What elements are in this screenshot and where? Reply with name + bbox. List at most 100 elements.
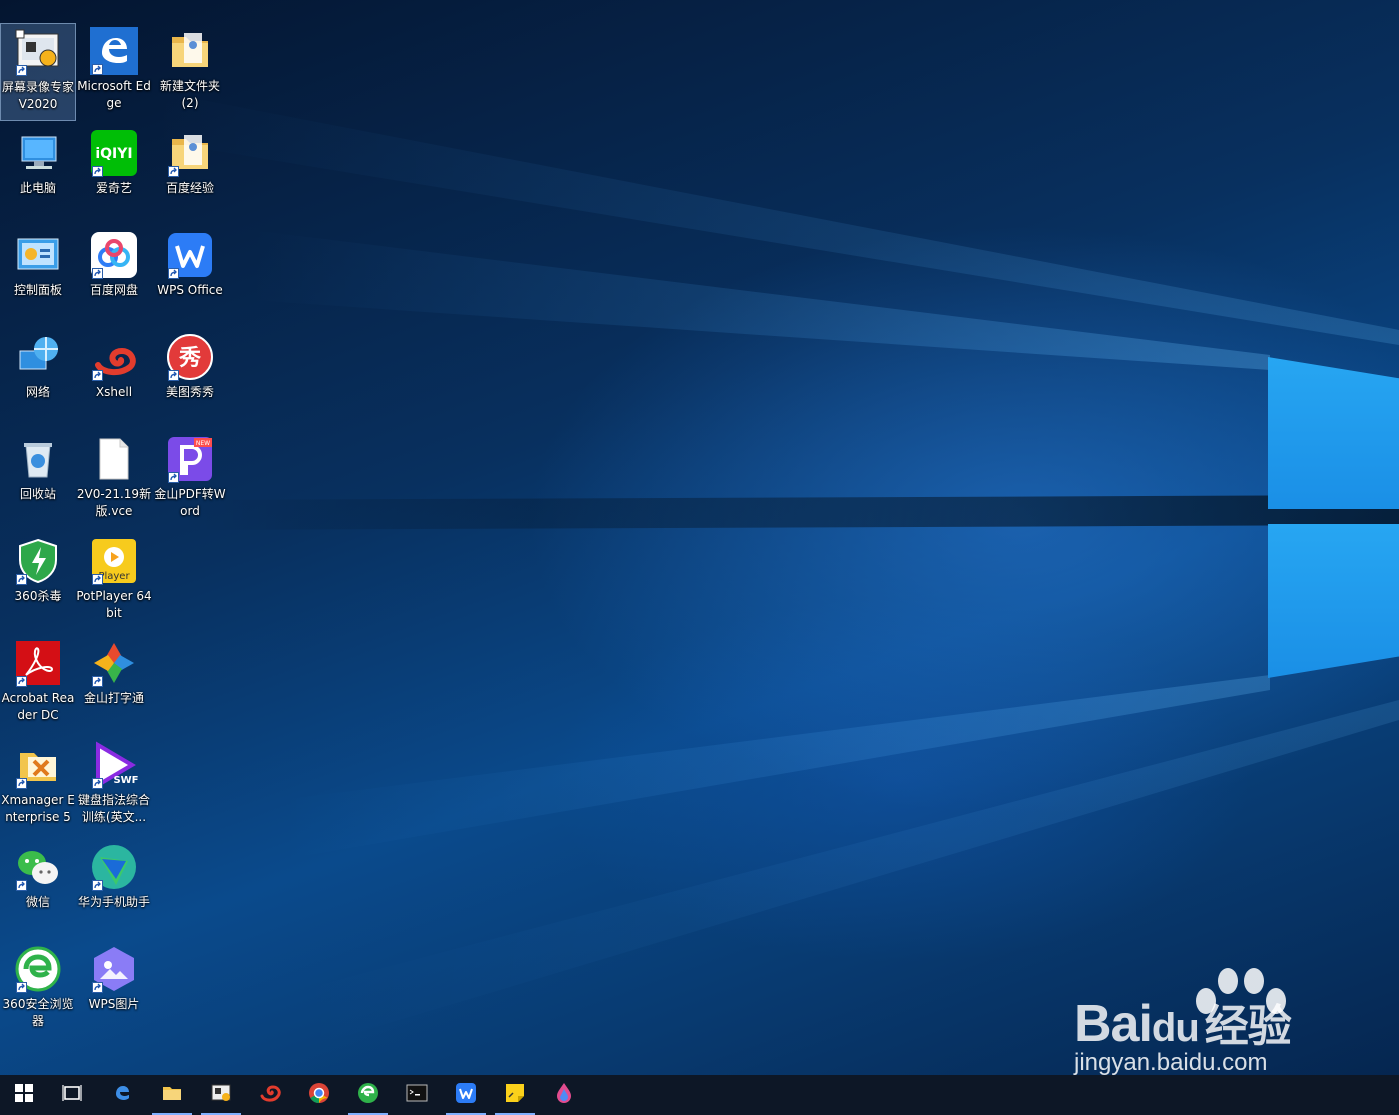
shortcut-arrow-icon <box>16 65 27 76</box>
desktop-icon-label: 2V0-21.19新版.vce <box>76 487 152 518</box>
desktop-icon[interactable]: Acrobat Reader DC <box>0 635 76 733</box>
start-button[interactable] <box>0 1075 48 1115</box>
desktop-icon[interactable]: 网络 <box>0 329 76 427</box>
svg-text:Player: Player <box>98 571 130 582</box>
desktop-icon[interactable]: Player PotPlayer 64 bit <box>76 533 152 631</box>
taskbar-xshell[interactable] <box>246 1075 294 1115</box>
desktop-icon[interactable]: 百度经验 <box>152 125 228 223</box>
desktop-icon[interactable]: WPS图片 <box>76 941 152 1039</box>
desktop-icon-label: Microsoft Edge <box>77 79 151 110</box>
shortcut-arrow-icon <box>92 574 103 585</box>
shortcut-arrow-icon <box>92 676 103 687</box>
xshell-icon <box>90 333 138 381</box>
desktop-icon[interactable]: 秀美图秀秀 <box>152 329 228 427</box>
desktop-icon[interactable]: 新建文件夹 (2) <box>152 23 228 121</box>
shortcut-arrow-icon <box>16 778 27 789</box>
desktop-icon-label: PotPlayer 64 bit <box>76 589 152 620</box>
desktop-icon-label: 爱奇艺 <box>95 181 132 195</box>
svg-text:秀: 秀 <box>178 346 201 371</box>
shortcut-arrow-icon <box>168 370 179 381</box>
desktop-icon[interactable]: 回收站 <box>0 431 76 529</box>
svg-text:NEW: NEW <box>196 440 210 447</box>
taskbar-wps[interactable] <box>442 1075 490 1115</box>
desktop-icon-label: 新建文件夹 (2) <box>159 79 220 110</box>
recycle-bin-icon <box>14 435 62 483</box>
desktop-icon[interactable]: 2V0-21.19新版.vce <box>76 431 152 529</box>
taskbar-sticky-notes[interactable] <box>491 1075 539 1115</box>
typing-icon <box>90 639 138 687</box>
desktop-icon[interactable]: WPS Office <box>152 227 228 325</box>
shortcut-arrow-icon <box>92 778 103 789</box>
desktop-icon-label: Xmanager Enterprise 5 <box>1 793 75 824</box>
desktop-icon-label: 360安全浏览器 <box>2 997 74 1028</box>
control-panel-icon <box>14 231 62 279</box>
wechat-icon <box>14 843 62 891</box>
taskbar-screen-recorder[interactable] <box>197 1075 245 1115</box>
desktop-icon-label: Xshell <box>95 385 133 399</box>
desktop-icon-label: 此电脑 <box>19 181 56 195</box>
taskbar-paint-app[interactable] <box>540 1075 588 1115</box>
screen-recorder-icon <box>209 1081 233 1109</box>
wps-icon <box>454 1081 478 1109</box>
desktop-icon-label: 控制面板 <box>13 283 62 297</box>
desktop-icon[interactable]: SWF 键盘指法综合训练(英文... <box>76 737 152 835</box>
shortcut-arrow-icon <box>92 64 103 75</box>
desktop-icon[interactable]: 此电脑 <box>0 125 76 223</box>
desktop-icon[interactable]: 金山打字通 <box>76 635 152 733</box>
desktop-icon-label: 百度网盘 <box>89 283 138 297</box>
network-icon <box>14 333 62 381</box>
shortcut-arrow-icon <box>168 472 179 483</box>
taskbar-edge[interactable] <box>99 1075 147 1115</box>
baidu-jingyan-watermark: Baidu 经验 jingyan.baidu.com <box>1072 965 1332 1075</box>
desktop-icon-label: Acrobat Reader DC <box>1 691 75 722</box>
desktop-icon-label: 屏幕录像专家V2020 <box>1 80 74 111</box>
iqiyi-icon: iQIYI <box>90 129 138 177</box>
desktop[interactable]: 屏幕录像专家V2020 Microsoft Edge 新建文件夹 (2) 此电脑 iQI… <box>0 0 1399 1075</box>
taskbar-file-explorer[interactable] <box>148 1075 196 1115</box>
svg-text:iQIYI: iQIYI <box>95 146 132 162</box>
edge-icon <box>90 27 138 75</box>
antivirus-icon <box>14 537 62 585</box>
desktop-icon[interactable]: 华为手机助手 <box>76 839 152 937</box>
taskbar-360-browser[interactable] <box>344 1075 392 1115</box>
desktop-icon-label: 键盘指法综合训练(英文... <box>77 793 150 824</box>
desktop-icon-label: 回收站 <box>19 487 56 501</box>
svg-text:SWF: SWF <box>113 775 138 786</box>
shortcut-arrow-icon <box>168 166 179 177</box>
360-browser-icon <box>356 1081 380 1109</box>
desktop-icon-label: WPS图片 <box>88 997 140 1011</box>
watermark-brand-du: du <box>1151 1006 1200 1050</box>
xshell-icon <box>258 1081 282 1109</box>
taskbar-chrome[interactable] <box>295 1075 343 1115</box>
task-view-button[interactable] <box>48 1075 96 1115</box>
desktop-icon[interactable]: iQIYI 爱奇艺 <box>76 125 152 223</box>
360-browser-icon <box>14 945 62 993</box>
desktop-icon-label: 华为手机助手 <box>77 895 150 909</box>
desktop-icon-label: 360杀毒 <box>14 589 62 603</box>
taskbar-terminal[interactable] <box>393 1075 441 1115</box>
shortcut-arrow-icon <box>16 574 27 585</box>
desktop-icon-label: 美图秀秀 <box>165 385 214 399</box>
watermark-brand-cn: 经验 <box>1204 1002 1292 1051</box>
desktop-icon-label: 金山打字通 <box>83 691 144 705</box>
desktop-icon-label: 微信 <box>25 895 50 909</box>
desktop-icon[interactable]: 360安全浏览器 <box>0 941 76 1039</box>
shortcut-arrow-icon <box>92 880 103 891</box>
desktop-icon-label: 百度经验 <box>165 181 214 195</box>
swf-icon: SWF <box>90 741 138 789</box>
desktop-icon[interactable]: Xshell <box>76 329 152 427</box>
desktop-icon[interactable]: 微信 <box>0 839 76 937</box>
desktop-icon[interactable]: NEW 金山PDF转Word <box>152 431 228 529</box>
desktop-icon[interactable]: 控制面板 <box>0 227 76 325</box>
desktop-icon[interactable]: Microsoft Edge <box>76 23 152 121</box>
wps-photos-icon <box>90 945 138 993</box>
desktop-icon[interactable]: Xmanager Enterprise 5 <box>0 737 76 835</box>
screen-recorder-icon <box>14 28 62 76</box>
folder-icon <box>160 1081 184 1109</box>
desktop-icon[interactable]: 屏幕录像专家V2020 <box>0 23 76 121</box>
watermark-brand-bai: Bai <box>1074 995 1153 1053</box>
desktop-icon[interactable]: 百度网盘 <box>76 227 152 325</box>
desktop-icon[interactable]: 360杀毒 <box>0 533 76 631</box>
xmanager-icon <box>14 741 62 789</box>
task-view-icon <box>60 1081 84 1109</box>
